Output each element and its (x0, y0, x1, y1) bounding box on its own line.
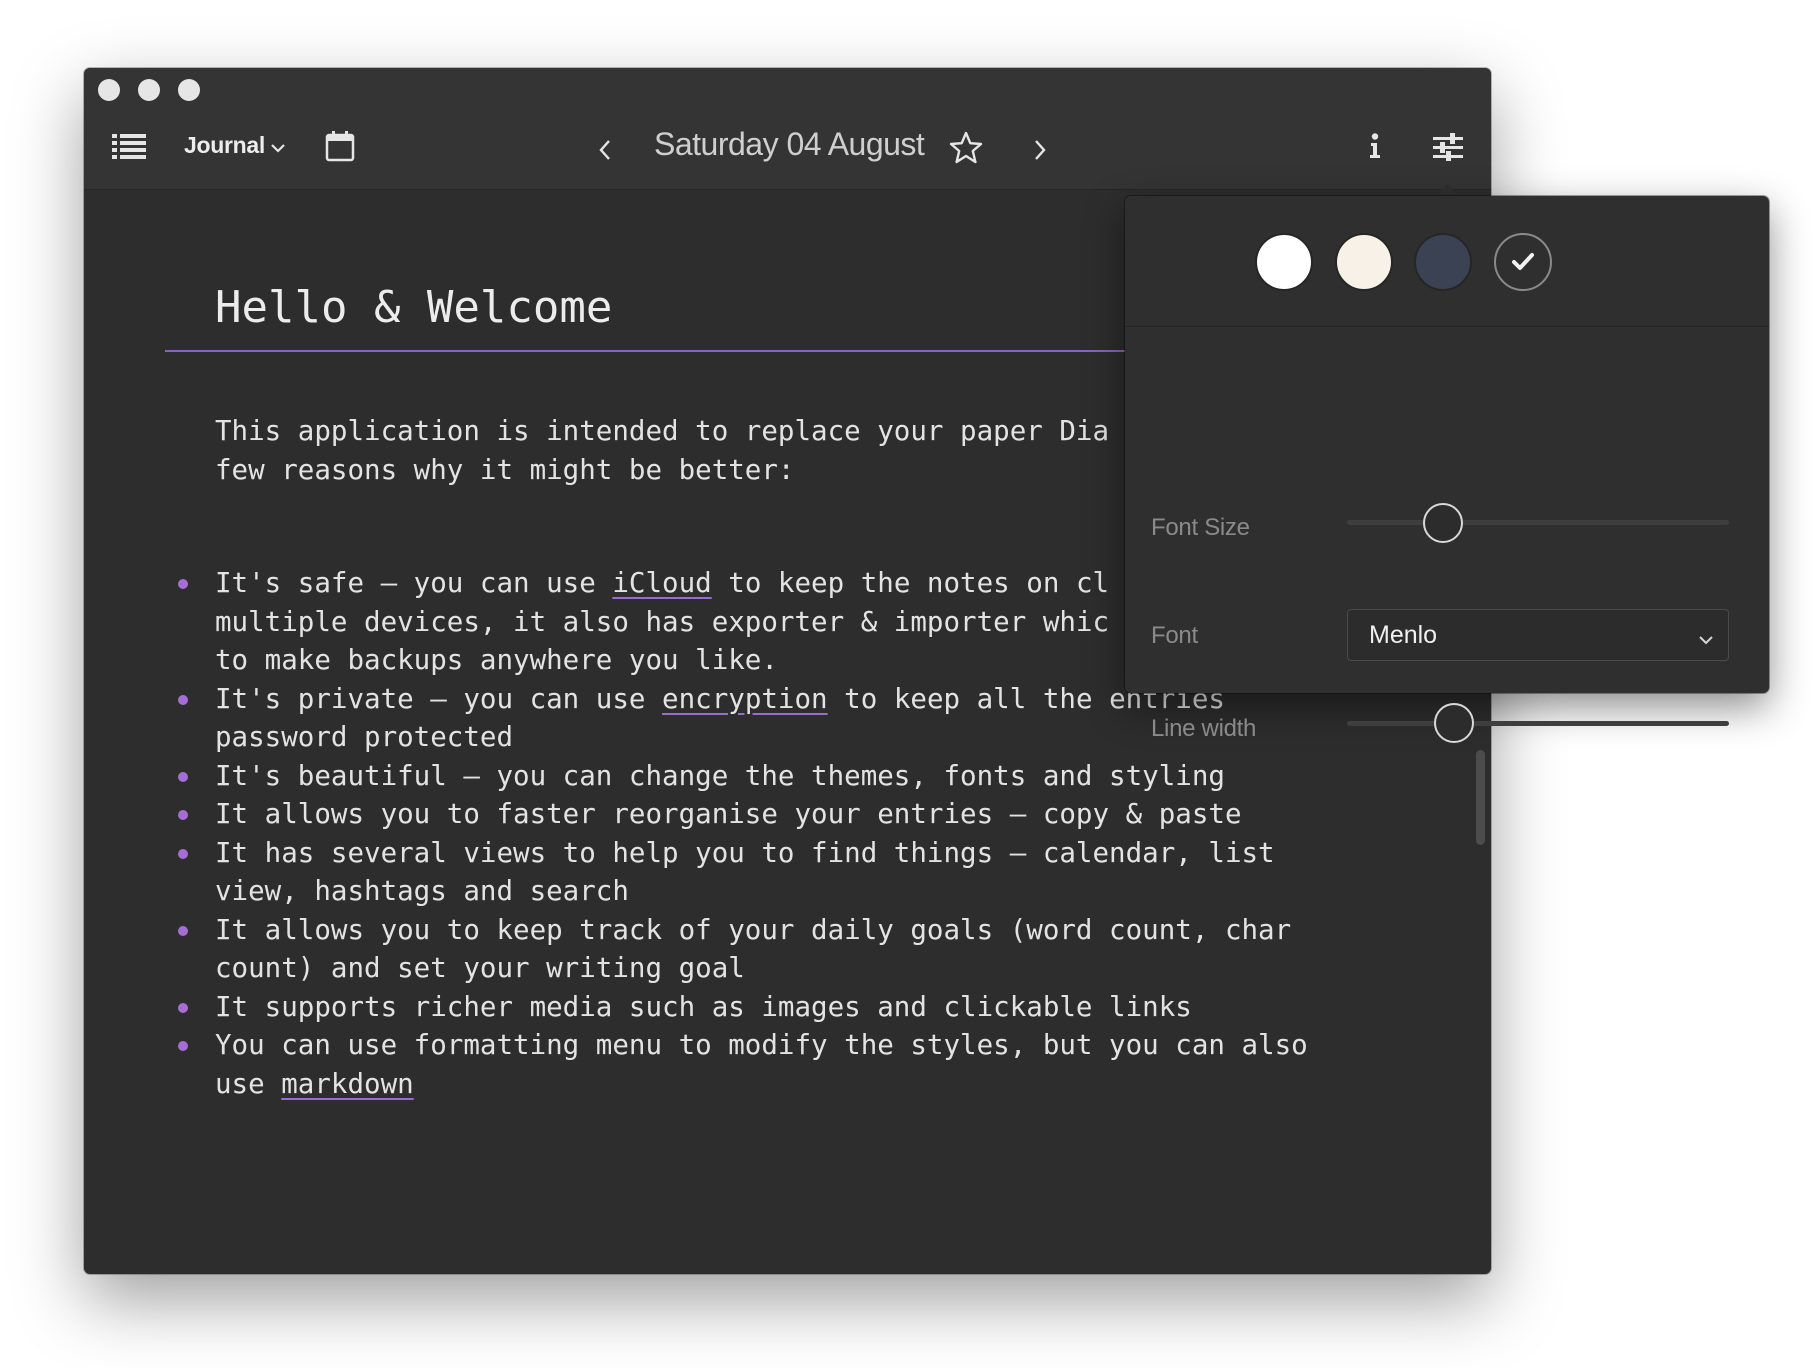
entry-date[interactable]: Saturday 04 August (654, 126, 925, 163)
line-width-label: Line width (1151, 715, 1257, 742)
intro-line-1: This application is intended to replace … (215, 415, 1110, 447)
inline-link[interactable]: iCloud (612, 567, 711, 599)
journal-selector[interactable]: Journal (184, 130, 285, 160)
list-item-text: It's private – you can use (215, 682, 663, 715)
list-item-text: It's beautiful – you can change the them… (215, 759, 1225, 792)
close-window-button[interactable] (98, 79, 120, 101)
font-size-slider[interactable] (1347, 520, 1729, 525)
theme-swatch-dark[interactable] (1494, 233, 1552, 291)
list-item-text: It supports richer media such as images … (215, 990, 1192, 1023)
inline-link[interactable]: encryption (662, 683, 828, 715)
theme-swatch-cream[interactable] (1335, 233, 1393, 291)
list-item-text: It allows you to faster reorganise your … (215, 798, 1242, 830)
list-item-text: It allows you to keep track of your dail… (215, 913, 1292, 985)
vertical-scrollbar[interactable] (1476, 750, 1485, 845)
list-item[interactable]: It's beautiful – you can change the them… (178, 757, 1365, 796)
calendar-icon[interactable] (324, 130, 356, 162)
minimize-window-button[interactable] (138, 79, 160, 101)
toolbar: Journal Saturday 04 August (84, 68, 1491, 190)
list-icon[interactable] (112, 132, 146, 162)
line-width-slider[interactable] (1347, 721, 1729, 726)
font-select-value: Menlo (1369, 620, 1438, 649)
chevron-down-icon (1698, 624, 1714, 653)
screen: Journal Saturday 04 August Hello & Welco… (0, 0, 1820, 1368)
list-item[interactable]: It supports richer media such as images … (178, 988, 1365, 1027)
journal-label: Journal (184, 131, 265, 158)
list-item[interactable]: You can use formatting menu to modify th… (178, 1026, 1365, 1103)
list-item[interactable]: It has several views to help you to find… (178, 834, 1365, 911)
line-width-slider-thumb[interactable] (1433, 703, 1474, 743)
chevron-right-icon[interactable] (1031, 138, 1049, 162)
font-select[interactable]: Menlo (1347, 609, 1729, 661)
zoom-window-button[interactable] (178, 79, 200, 101)
sliders-icon[interactable] (1432, 132, 1464, 162)
theme-swatch-slate[interactable] (1414, 233, 1472, 291)
list-item-text: It has several views to help you to find… (215, 836, 1275, 908)
popover-divider (1125, 326, 1769, 327)
chevron-left-icon[interactable] (596, 138, 614, 162)
info-icon[interactable] (1368, 132, 1382, 160)
chevron-down-icon (271, 132, 285, 159)
entry-title[interactable]: Hello & Welcome (215, 282, 612, 333)
font-label: Font (1151, 622, 1198, 649)
theme-swatch-white[interactable] (1255, 233, 1313, 291)
list-item[interactable]: It allows you to keep track of your dail… (178, 911, 1365, 988)
list-item-text: It's safe – you can use (215, 567, 613, 599)
checkmark-icon (1511, 252, 1535, 277)
inline-link[interactable]: markdown (281, 1068, 413, 1100)
star-icon[interactable] (948, 130, 984, 166)
list-item[interactable]: It allows you to faster reorganise your … (178, 795, 1365, 834)
font-size-label: Font Size (1151, 514, 1250, 541)
appearance-popover: Font Size Font Menlo Line width (1125, 196, 1769, 743)
font-size-slider-thumb[interactable] (1422, 503, 1463, 543)
intro-line-2: few reasons why it might be better: (215, 453, 795, 486)
